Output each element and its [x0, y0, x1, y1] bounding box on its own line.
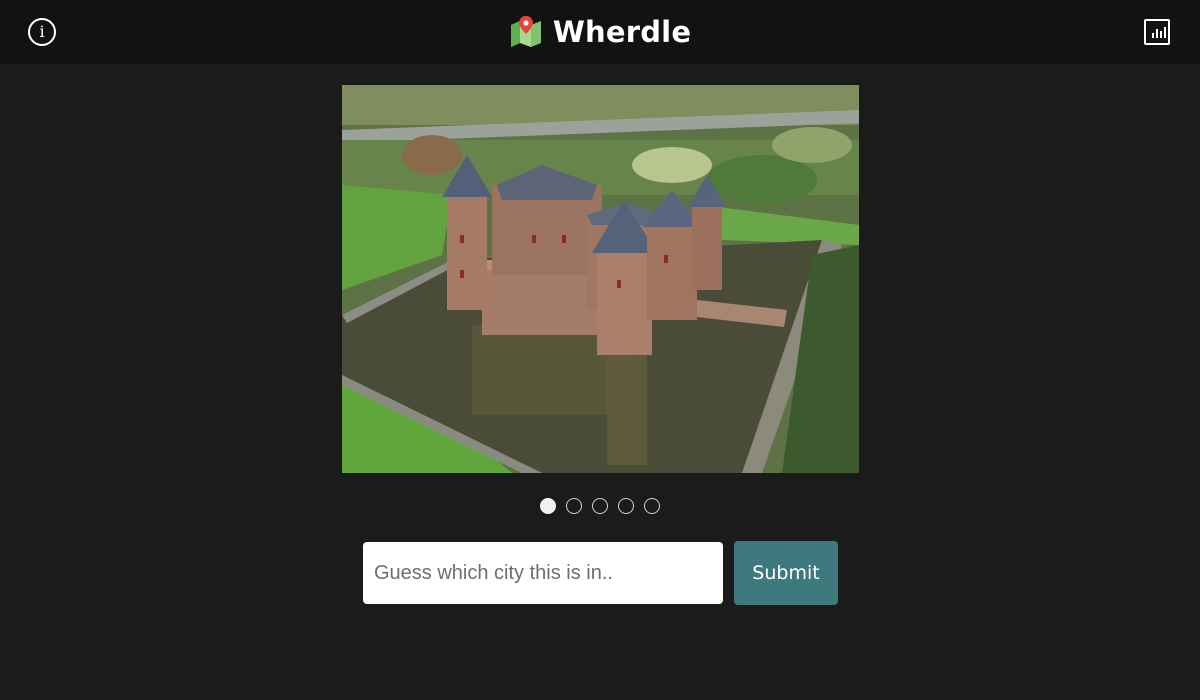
brand: Wherdle [0, 0, 1200, 64]
submit-button[interactable]: Submit [734, 541, 838, 605]
attempt-dot-4 [618, 498, 634, 514]
map-pin-logo-icon [510, 16, 541, 47]
attempt-dot-1 [540, 498, 556, 514]
top-bar: i Wherdle [0, 0, 1200, 64]
info-button[interactable]: i [28, 18, 56, 46]
attempt-dot-3 [592, 498, 608, 514]
attempt-indicator [0, 498, 1200, 514]
clue-photo [342, 85, 859, 473]
info-icon: i [39, 22, 45, 41]
city-guess-input[interactable] [363, 542, 723, 604]
attempt-dot-5 [644, 498, 660, 514]
attempt-dot-2 [566, 498, 582, 514]
app-title: Wherdle [552, 15, 692, 49]
stats-button[interactable] [1144, 19, 1170, 45]
